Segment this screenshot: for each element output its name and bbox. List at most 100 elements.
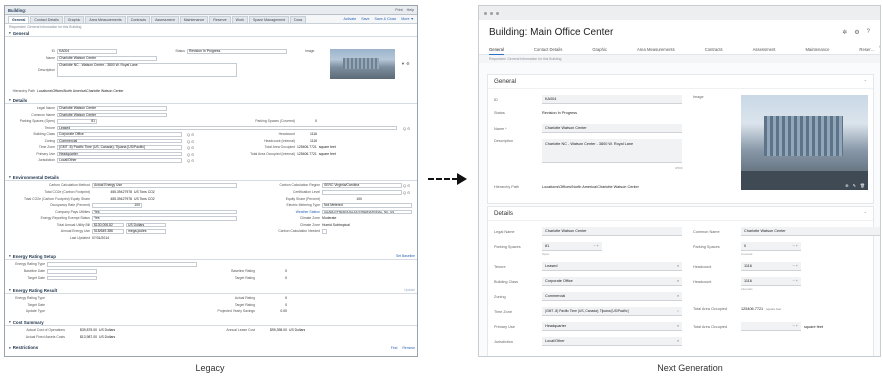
legacy-status-field[interactable]: Revision In Progress — [187, 49, 287, 54]
stepper-icon[interactable]: − + — [793, 242, 799, 251]
legacy-carbon-region-field[interactable]: SERC Virginia/Carolina — [322, 183, 402, 188]
legacy-zoning-field[interactable]: Commercial — [57, 138, 182, 143]
help-button[interactable]: Help — [407, 8, 414, 12]
search-icon[interactable]: Q ⊙ Q ⊙ — [403, 183, 410, 197]
legacy-description-field[interactable]: Charlotte NC - Watson Center - 3800 W. R… — [57, 63, 237, 77]
legacy-tab-reserve[interactable]: Reserve — [209, 16, 231, 23]
legal-name-field[interactable]: Charlotte Watson Center — [542, 227, 682, 236]
legacy-metering-field[interactable]: Not Metered — [322, 203, 412, 208]
tab-area-measurements[interactable]: Area Measurements — [637, 44, 675, 55]
legacy-weather-station-field[interactable]: CHARLOTTE/DOUGLAS INTERNATIONAL, NC, US — [322, 209, 412, 214]
favorite-icon[interactable]: ✲ — [842, 29, 847, 36]
legacy-primary-use-field[interactable]: Headquarter — [57, 151, 182, 156]
zoning-field[interactable]: Commercial ⌕ — [542, 292, 682, 301]
legacy-occupancy-field[interactable]: 100 — [92, 203, 142, 208]
legacy-energy-use-field[interactable]: 518/649.386 — [92, 229, 124, 234]
legacy-save-close-button[interactable]: Save & Close — [374, 15, 396, 23]
legacy-utility-bill-field[interactable]: $130,006.82 — [92, 222, 124, 227]
legacy-tab-general[interactable]: General — [8, 16, 30, 23]
jurisdiction-field[interactable]: Local/Other ⌕ — [542, 337, 682, 346]
legacy-rating-type-field[interactable] — [47, 262, 197, 267]
legacy-section-restrictions[interactable]: ▾ Restrictions Find Remove — [5, 344, 417, 351]
parking-covered-field[interactable]: 0 − + — [741, 242, 801, 251]
building-class-field[interactable]: Corporate Office ⌕ — [542, 277, 682, 286]
update-link[interactable]: Update — [404, 288, 415, 292]
legacy-name-field[interactable]: Charlotte Watson Center — [57, 56, 157, 61]
search-icon[interactable]: ⌕ — [677, 292, 679, 301]
legacy-tab-work[interactable]: Work — [231, 16, 248, 23]
search-icon[interactable]: Q ⊙ Q ⊙ Q ⊙ Q ⊙ Q ⊙ — [187, 132, 194, 165]
window-dot[interactable] — [496, 11, 499, 15]
search-icon[interactable]: ⌕ — [677, 307, 679, 316]
image-settings-icon[interactable]: ▼ ⚙ — [401, 61, 410, 66]
name-field[interactable]: Charlotte Watson Center — [542, 124, 682, 133]
legacy-id-field[interactable]: KA004 — [57, 49, 117, 54]
legacy-energy-unit-field[interactable]: mega-joules — [126, 229, 166, 234]
time-zone-field[interactable]: (GMT -8) Pacific Time (US, Canada); Tiju… — [542, 307, 682, 316]
primary-use-field[interactable]: Headquarter ⌕ — [542, 322, 682, 331]
legacy-tab-area[interactable]: Area Measurements — [85, 16, 126, 23]
tab-contracts[interactable]: Contracts — [705, 44, 723, 55]
delete-icon[interactable]: 🗑 — [860, 183, 865, 188]
legacy-building-class-field[interactable]: Corporate Office — [57, 132, 182, 137]
tab-maintenance[interactable]: Maintenance — [805, 44, 829, 55]
legacy-section-energy-setup[interactable]: ▾ Energy Rating Setup Set Baseline — [5, 253, 417, 260]
legacy-tab-contracts[interactable]: Contracts — [126, 16, 151, 23]
window-dot[interactable] — [490, 11, 493, 15]
stepper-icon[interactable]: − + — [793, 262, 799, 271]
window-dot[interactable] — [484, 11, 487, 15]
tab-overflow-icon[interactable]: › ⌄ — [879, 44, 880, 54]
tab-contact-details[interactable]: Contact Details — [534, 44, 562, 55]
legacy-carbon-method-field[interactable]: Actual Energy Use — [92, 183, 237, 188]
legacy-tenure-field[interactable]: Leased — [57, 125, 397, 130]
headcount-field[interactable]: 1116 − + — [741, 262, 801, 271]
common-name-field[interactable]: Charlotte Watson Center — [741, 227, 880, 236]
search-icon[interactable]: ⌕ — [677, 277, 679, 286]
legacy-carbon-needed-checkbox[interactable] — [322, 229, 327, 234]
legacy-section-details[interactable]: ▾ Details — [5, 97, 417, 104]
stepper-icon[interactable]: − + — [793, 277, 799, 286]
legacy-target-date-field[interactable] — [47, 275, 97, 280]
legacy-section-general[interactable]: ▾ General — [5, 30, 417, 37]
legacy-section-cost[interactable]: ▾ Cost Summary — [5, 319, 417, 326]
legacy-save-button[interactable]: Save — [361, 15, 369, 23]
edit-icon[interactable]: ✎ — [853, 183, 856, 188]
search-icon[interactable]: ⌕ — [677, 322, 679, 331]
legacy-common-name-field[interactable]: Charlotte Watson Center — [57, 112, 167, 117]
legacy-section-energy-result[interactable]: ▾ Energy Rating Result Update — [5, 287, 417, 294]
legacy-parking-open-field[interactable]: 81 — [57, 119, 97, 124]
legacy-tab-graphic[interactable]: Graphic — [63, 16, 85, 23]
tab-reserve[interactable]: Reser… — [859, 44, 874, 55]
building-image[interactable] — [330, 49, 395, 79]
remove-link[interactable]: Remove — [402, 346, 415, 350]
search-icon[interactable]: Q ⊙ — [403, 126, 410, 131]
legacy-tab-space[interactable]: Space Management — [248, 16, 290, 23]
legacy-jurisdiction-field[interactable]: Local/Other — [57, 158, 182, 163]
legacy-time-zone-field[interactable]: (GMT -8) Pacific Time (US, Canada); Tiju… — [57, 145, 182, 150]
tab-general[interactable]: General — [489, 44, 504, 55]
legacy-utility-currency-field[interactable]: US Dollars — [126, 222, 166, 227]
tab-graphic[interactable]: Graphic — [592, 44, 607, 55]
legacy-tab-maintenance[interactable]: Maintenance — [179, 16, 209, 23]
legacy-more-button[interactable]: More ▼ — [401, 15, 414, 23]
zoom-icon[interactable]: ⊕ — [845, 183, 848, 188]
legacy-weather-station-link[interactable]: Weather Station — [250, 210, 320, 214]
find-link[interactable]: Find — [391, 346, 398, 350]
legacy-tab-assessment[interactable]: Assessment — [151, 16, 179, 23]
building-image[interactable]: ⊕ ✎ 🗑 — [741, 95, 868, 190]
legacy-legal-name-field[interactable]: Charlotte Watson Center — [57, 106, 167, 111]
tenure-field[interactable]: Leased ⌕ — [542, 262, 682, 271]
details-card-header[interactable]: Details ⌃ — [488, 207, 873, 221]
gear-icon[interactable]: ⚙ — [854, 29, 859, 36]
legacy-exempt-field[interactable]: Yes — [92, 216, 237, 221]
chevron-up-icon[interactable]: ⌃ — [864, 211, 867, 216]
parking-open-field[interactable]: 81 − + — [542, 242, 602, 251]
set-baseline-link[interactable]: Set Baseline — [396, 254, 415, 258]
legacy-baseline-date-field[interactable] — [47, 269, 97, 274]
chevron-up-icon[interactable]: ⌃ — [864, 79, 867, 84]
tab-assessment[interactable]: Assessment — [753, 44, 776, 55]
stepper-icon[interactable]: − + — [793, 322, 799, 331]
id-field[interactable]: KA004 — [542, 95, 682, 104]
legacy-tab-docs[interactable]: Docs — [290, 16, 307, 23]
search-icon[interactable]: ⌕ — [677, 262, 679, 271]
